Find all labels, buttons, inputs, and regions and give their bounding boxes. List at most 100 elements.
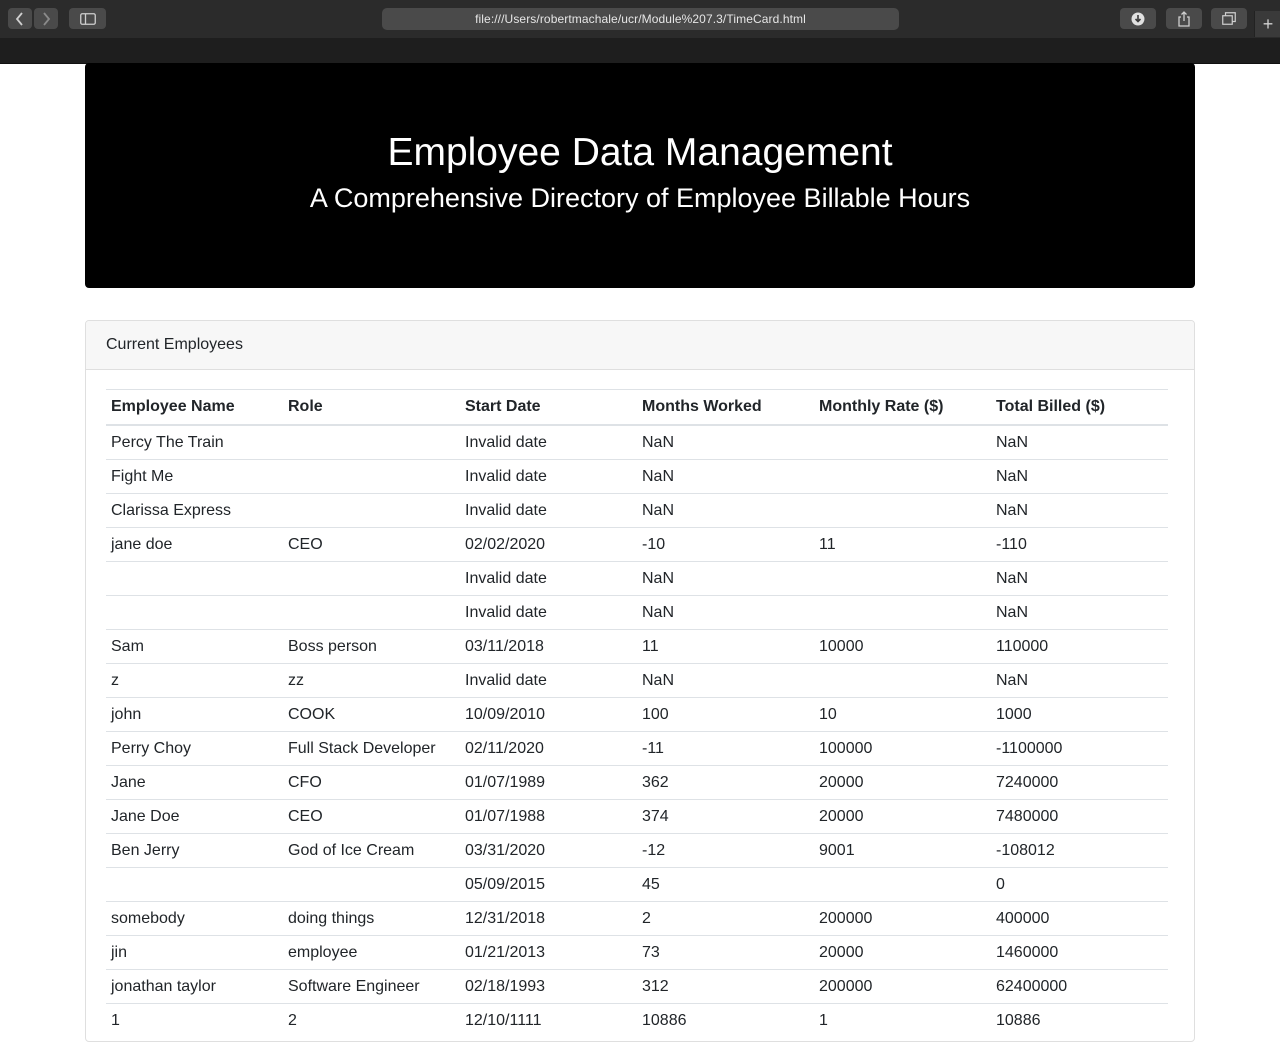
page-title: Employee Data Management bbox=[387, 131, 893, 174]
employee-name-cell: Clarissa Express bbox=[106, 493, 283, 528]
back-icon bbox=[15, 11, 23, 26]
column-header-total-billed: Total Billed ($) bbox=[991, 389, 1168, 426]
downloads-button[interactable] bbox=[1120, 8, 1156, 29]
start-date-cell: Invalid date bbox=[460, 493, 637, 528]
monthly-rate-cell bbox=[814, 424, 991, 460]
new-tab-button[interactable]: + bbox=[1254, 11, 1280, 37]
role-cell: 2 bbox=[283, 1003, 460, 1037]
role-cell: doing things bbox=[283, 901, 460, 936]
monthly-rate-cell: 20000 bbox=[814, 765, 991, 800]
forward-button[interactable] bbox=[34, 8, 58, 29]
monthly-rate-cell: 11 bbox=[814, 527, 991, 562]
plus-icon: + bbox=[1262, 13, 1274, 34]
start-date-cell: 12/31/2018 bbox=[460, 901, 637, 936]
months-worked-cell: 11 bbox=[637, 629, 814, 664]
monthly-rate-cell: 1 bbox=[814, 1003, 991, 1037]
role-cell bbox=[283, 424, 460, 460]
employee-name-cell: jin bbox=[106, 935, 283, 970]
total-billed-cell: NaN bbox=[991, 459, 1168, 494]
months-worked-cell: 312 bbox=[637, 969, 814, 1004]
table-row: Invalid date NaN NaN bbox=[106, 561, 1168, 596]
table-row: jin employee 01/21/2013 73 20000 1460000 bbox=[106, 935, 1168, 970]
sidebar-button[interactable] bbox=[69, 8, 106, 29]
total-billed-cell: -108012 bbox=[991, 833, 1168, 868]
share-button[interactable] bbox=[1166, 8, 1202, 29]
table-row: Invalid date NaN NaN bbox=[106, 595, 1168, 630]
total-billed-cell: 7480000 bbox=[991, 799, 1168, 834]
start-date-cell: Invalid date bbox=[460, 459, 637, 494]
table-row: Perry Choy Full Stack Developer 02/11/2020… bbox=[106, 731, 1168, 766]
employee-name-cell: Fight Me bbox=[106, 459, 283, 494]
role-cell: Boss person bbox=[283, 629, 460, 664]
start-date-cell: Invalid date bbox=[460, 424, 637, 460]
table-row: Percy The Train Invalid date NaN NaN bbox=[106, 424, 1168, 460]
employee-table: Employee Name Role Start Date Months Wor… bbox=[106, 389, 1168, 1037]
column-header-start-date: Start Date bbox=[460, 389, 637, 426]
months-worked-cell: 45 bbox=[637, 867, 814, 902]
total-billed-cell: 0 bbox=[991, 867, 1168, 902]
table-body: Percy The Train Invalid date NaN NaN Fight M… bbox=[106, 424, 1168, 1037]
employee-name-cell: Sam bbox=[106, 629, 283, 664]
start-date-cell: 12/10/1111 bbox=[460, 1003, 637, 1037]
employee-name-cell: z bbox=[106, 663, 283, 698]
role-cell: CFO bbox=[283, 765, 460, 800]
total-billed-cell: 62400000 bbox=[991, 969, 1168, 1004]
employee-name-cell bbox=[106, 595, 283, 630]
role-cell: Software Engineer bbox=[283, 969, 460, 1004]
table-row: z zz Invalid date NaN NaN bbox=[106, 663, 1168, 698]
back-button[interactable] bbox=[8, 8, 32, 29]
table-row: Sam Boss person 03/11/2018 11 10000 110000 bbox=[106, 629, 1168, 664]
monthly-rate-cell bbox=[814, 493, 991, 528]
table-row: 1 2 12/10/1111 10886 1 10886 bbox=[106, 1003, 1168, 1037]
months-worked-cell: NaN bbox=[637, 424, 814, 460]
forward-icon bbox=[43, 11, 51, 26]
months-worked-cell: -10 bbox=[637, 527, 814, 562]
table-row: jane doe CEO 02/02/2020 -10 11 -110 bbox=[106, 527, 1168, 562]
start-date-cell: 05/09/2015 bbox=[460, 867, 637, 902]
employee-name-cell: somebody bbox=[106, 901, 283, 936]
table-row: 05/09/2015 45 0 bbox=[106, 867, 1168, 902]
total-billed-cell: 1460000 bbox=[991, 935, 1168, 970]
months-worked-cell: 73 bbox=[637, 935, 814, 970]
start-date-cell: 03/11/2018 bbox=[460, 629, 637, 664]
employee-name-cell: Percy The Train bbox=[106, 424, 283, 460]
employee-name-cell: jonathan taylor bbox=[106, 969, 283, 1004]
column-header-monthly-rate: Monthly Rate ($) bbox=[814, 389, 991, 426]
total-billed-cell: 7240000 bbox=[991, 765, 1168, 800]
start-date-cell: 02/02/2020 bbox=[460, 527, 637, 562]
role-cell: CEO bbox=[283, 799, 460, 834]
monthly-rate-cell bbox=[814, 459, 991, 494]
table-row: Jane Doe CEO 01/07/1988 374 20000 7480000 bbox=[106, 799, 1168, 834]
start-date-cell: 02/18/1993 bbox=[460, 969, 637, 1004]
column-header-employee-name: Employee Name bbox=[106, 389, 283, 426]
months-worked-cell: 100 bbox=[637, 697, 814, 732]
monthly-rate-cell bbox=[814, 867, 991, 902]
employee-name-cell: john bbox=[106, 697, 283, 732]
total-billed-cell: 400000 bbox=[991, 901, 1168, 936]
tabs-overview-button[interactable] bbox=[1211, 8, 1247, 29]
employee-name-cell: Jane bbox=[106, 765, 283, 800]
page-subtitle: A Comprehensive Directory of Employee Bi… bbox=[309, 183, 971, 213]
monthly-rate-cell: 100000 bbox=[814, 731, 991, 766]
share-icon bbox=[1178, 10, 1190, 27]
start-date-cell: Invalid date bbox=[460, 595, 637, 630]
table-row: Fight Me Invalid date NaN NaN bbox=[106, 459, 1168, 494]
start-date-cell: 01/21/2013 bbox=[460, 935, 637, 970]
employees-card: Current Employees Employee Name Role Sta… bbox=[85, 320, 1195, 1042]
download-icon bbox=[1131, 12, 1145, 25]
monthly-rate-cell: 9001 bbox=[814, 833, 991, 868]
start-date-cell: Invalid date bbox=[460, 561, 637, 596]
monthly-rate-cell: 200000 bbox=[814, 969, 991, 1004]
monthly-rate-cell: 20000 bbox=[814, 935, 991, 970]
sidebar-icon bbox=[79, 12, 96, 25]
months-worked-cell: -12 bbox=[637, 833, 814, 868]
employee-name-cell: Ben Jerry bbox=[106, 833, 283, 868]
column-header-months-worked: Months Worked bbox=[637, 389, 814, 426]
role-cell bbox=[283, 561, 460, 596]
total-billed-cell: 1000 bbox=[991, 697, 1168, 732]
total-billed-cell: -110 bbox=[991, 527, 1168, 562]
months-worked-cell: NaN bbox=[637, 663, 814, 698]
url-bar[interactable]: file:///Users/robertmachale/ucr/Module%2… bbox=[382, 8, 899, 30]
months-worked-cell: -11 bbox=[637, 731, 814, 766]
table-row: somebody doing things 12/31/2018 2 200000 400… bbox=[106, 901, 1168, 936]
